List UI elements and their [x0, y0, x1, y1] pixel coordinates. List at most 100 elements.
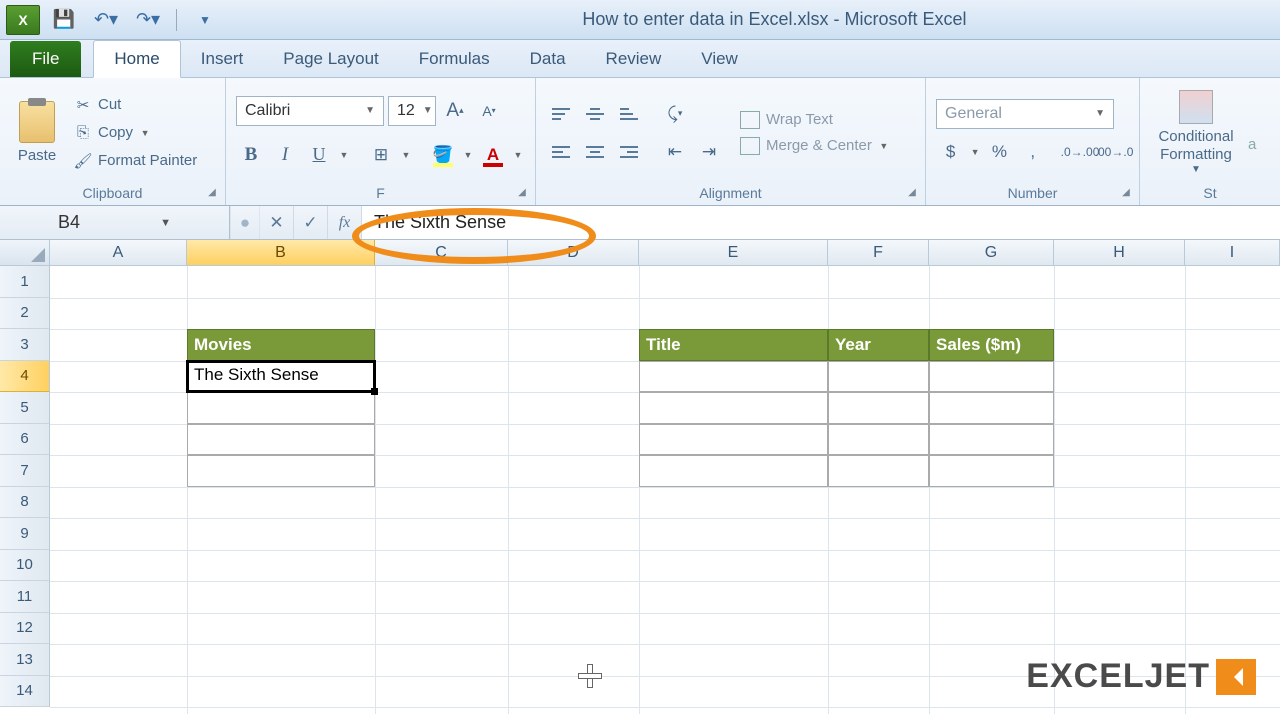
cell-E5[interactable]	[639, 392, 828, 424]
dialog-launcher-icon[interactable]: ◢	[515, 187, 529, 201]
tab-view[interactable]: View	[681, 41, 758, 77]
cell-E7[interactable]	[639, 455, 828, 487]
copy-button[interactable]: ⎘Copy▼	[70, 122, 201, 144]
cell-b6[interactable]	[187, 424, 375, 456]
align-top-button[interactable]	[546, 99, 576, 129]
cut-button[interactable]: ✂Cut	[70, 94, 201, 116]
column-header-G[interactable]: G	[929, 240, 1054, 265]
underline-dropdown[interactable]: ▼	[338, 150, 350, 160]
cell-F6[interactable]	[828, 424, 929, 456]
borders-dropdown[interactable]: ▼	[400, 150, 412, 160]
borders-button[interactable]: ⊞	[366, 140, 396, 170]
row-header-4[interactable]: 4	[0, 361, 50, 393]
formula-cancel-button[interactable]: ●	[230, 206, 260, 239]
align-right-button[interactable]	[614, 137, 644, 167]
cell-e3[interactable]: Title	[639, 329, 828, 361]
cell-G7[interactable]	[929, 455, 1054, 487]
font-color-button[interactable]: A	[478, 140, 508, 170]
formula-enter-button[interactable]: ✓	[294, 206, 328, 239]
column-header-E[interactable]: E	[639, 240, 828, 265]
italic-button[interactable]: I	[270, 140, 300, 170]
row-header-6[interactable]: 6	[0, 424, 50, 456]
cells-area[interactable]: MoviesThe Sixth SenseTitleYearSales ($m)	[50, 266, 1280, 707]
row-header-1[interactable]: 1	[0, 266, 50, 298]
formula-input[interactable]: The Sixth Sense	[362, 206, 1280, 239]
row-header-10[interactable]: 10	[0, 550, 50, 582]
select-all-corner[interactable]	[0, 240, 50, 265]
row-header-14[interactable]: 14	[0, 676, 50, 708]
dialog-launcher-icon[interactable]: ◢	[1119, 187, 1133, 201]
cell-F4[interactable]	[828, 361, 929, 393]
font-color-dropdown[interactable]: ▼	[512, 150, 524, 160]
row-header-5[interactable]: 5	[0, 392, 50, 424]
row-header-7[interactable]: 7	[0, 455, 50, 487]
cell-F7[interactable]	[828, 455, 929, 487]
cell-b3[interactable]: Movies	[187, 329, 375, 361]
column-header-H[interactable]: H	[1054, 240, 1185, 265]
cell-E6[interactable]	[639, 424, 828, 456]
font-size-combo[interactable]: 12▼	[388, 96, 436, 126]
tab-formulas[interactable]: Formulas	[399, 41, 510, 77]
row-header-11[interactable]: 11	[0, 581, 50, 613]
cell-G4[interactable]	[929, 361, 1054, 393]
fill-color-button[interactable]: 🪣	[428, 140, 458, 170]
tab-page-layout[interactable]: Page Layout	[263, 41, 398, 77]
tab-insert[interactable]: Insert	[181, 41, 264, 77]
cell-G6[interactable]	[929, 424, 1054, 456]
align-bottom-button[interactable]	[614, 99, 644, 129]
insert-function-button[interactable]: fx	[328, 206, 362, 239]
underline-button[interactable]: U	[304, 140, 334, 170]
active-cell[interactable]: The Sixth Sense	[186, 360, 376, 394]
cell-F5[interactable]	[828, 392, 929, 424]
redo-icon[interactable]: ↷▾	[134, 6, 162, 34]
column-header-A[interactable]: A	[50, 240, 187, 265]
increase-decimal-button[interactable]: .0→.00	[1065, 137, 1095, 167]
percent-button[interactable]: %	[985, 137, 1014, 167]
column-header-I[interactable]: I	[1185, 240, 1280, 265]
spreadsheet-grid[interactable]: ABCDEFGHI 1234567891011121314 MoviesThe …	[0, 240, 1280, 714]
cell-b7[interactable]	[187, 455, 375, 487]
font-name-combo[interactable]: Calibri▼	[236, 96, 384, 126]
dialog-launcher-icon[interactable]: ◢	[205, 187, 219, 201]
cell-E4[interactable]	[639, 361, 828, 393]
column-header-B[interactable]: B	[187, 240, 375, 265]
align-center-button[interactable]	[580, 137, 610, 167]
accounting-format-button[interactable]: $	[936, 137, 965, 167]
comma-button[interactable]: ,	[1018, 137, 1047, 167]
decrease-indent-button[interactable]: ⇤	[660, 137, 690, 167]
bold-button[interactable]: B	[236, 140, 266, 170]
merge-center-button[interactable]: Merge & Center▼	[740, 137, 890, 155]
tab-home[interactable]: Home	[93, 40, 180, 78]
accounting-dropdown[interactable]: ▼	[969, 147, 981, 157]
number-format-combo[interactable]: General▼	[936, 99, 1114, 129]
row-header-12[interactable]: 12	[0, 613, 50, 645]
column-header-F[interactable]: F	[828, 240, 929, 265]
customize-qat-icon[interactable]: ▼	[191, 6, 219, 34]
decrease-decimal-button[interactable]: .00→.0	[1099, 137, 1129, 167]
row-header-3[interactable]: 3	[0, 329, 50, 361]
undo-icon[interactable]: ↶▾	[92, 6, 120, 34]
align-middle-button[interactable]	[580, 99, 610, 129]
conditional-formatting-button[interactable]: Conditional Formatting ▼	[1150, 90, 1242, 176]
save-icon[interactable]: 💾	[50, 6, 78, 34]
row-header-13[interactable]: 13	[0, 644, 50, 676]
cell-b5[interactable]	[187, 392, 375, 424]
align-left-button[interactable]	[546, 137, 576, 167]
tab-file[interactable]: File	[10, 41, 81, 77]
paste-button[interactable]: Paste	[10, 82, 64, 183]
shrink-font-button[interactable]: A▾	[474, 96, 504, 126]
orientation-button[interactable]: ⤹▾	[660, 99, 690, 129]
formula-cancel-x-button[interactable]: ✕	[260, 206, 294, 239]
tab-data[interactable]: Data	[510, 41, 586, 77]
cell-G5[interactable]	[929, 392, 1054, 424]
fill-color-dropdown[interactable]: ▼	[462, 150, 474, 160]
column-header-D[interactable]: D	[508, 240, 639, 265]
column-header-C[interactable]: C	[375, 240, 508, 265]
cell-g3[interactable]: Sales ($m)	[929, 329, 1054, 361]
name-box[interactable]: B4▼	[0, 206, 230, 239]
format-painter-button[interactable]: 🖌Format Painter	[70, 150, 201, 172]
wrap-text-button[interactable]: Wrap Text	[740, 111, 890, 129]
grow-font-button[interactable]: A▴	[440, 96, 470, 126]
row-header-8[interactable]: 8	[0, 487, 50, 519]
increase-indent-button[interactable]: ⇥	[694, 137, 724, 167]
